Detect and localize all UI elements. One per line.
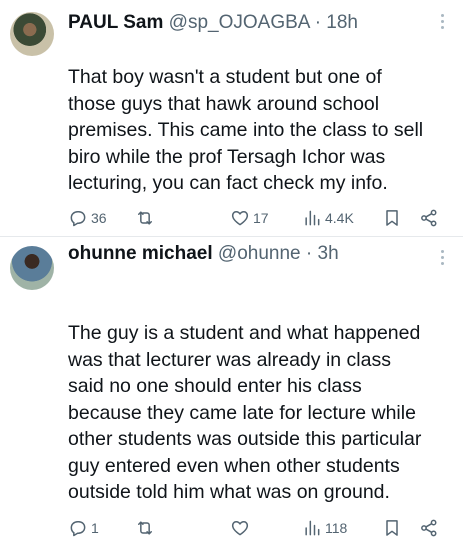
like-button[interactable]: 17	[230, 207, 269, 229]
reply-icon	[70, 521, 86, 537]
bookmark-icon	[386, 520, 398, 536]
tweet[interactable]: ohunne michael @ohunne · 3h The guy is a…	[0, 236, 463, 543]
bookmark-icon	[386, 210, 398, 226]
more-options-icon[interactable]	[439, 250, 445, 268]
tweet-actions: 1 118	[68, 517, 455, 539]
reply-button[interactable]: 36	[68, 207, 107, 229]
dot-separator: ·	[314, 12, 327, 33]
views-button[interactable]: 4.4K	[302, 207, 354, 229]
analytics-icon	[305, 520, 320, 536]
share-button[interactable]	[419, 207, 439, 229]
retweet-button[interactable]	[135, 517, 158, 539]
tweet-header: ohunne michael @ohunne · 3h	[68, 241, 423, 267]
heart-icon	[231, 521, 249, 536]
timestamp[interactable]: 18h	[326, 12, 358, 33]
share-button[interactable]	[419, 517, 439, 539]
retweet-icon	[138, 521, 152, 535]
view-count: 4.4K	[325, 210, 354, 226]
like-count: 17	[253, 210, 269, 226]
tweet[interactable]: PAUL Sam @sp_OJOAGBA · 18h That boy wasn…	[0, 0, 463, 237]
heart-icon	[231, 211, 249, 226]
avatar[interactable]	[10, 246, 54, 290]
view-count: 118	[325, 520, 348, 536]
dot-separator: ·	[305, 243, 318, 264]
tweet-text: That boy wasn't a student but one of tho…	[68, 66, 424, 194]
timestamp[interactable]: 3h	[318, 243, 339, 264]
views-button[interactable]: 118	[302, 517, 347, 539]
handle[interactable]: @sp_OJOAGBA	[169, 12, 310, 33]
reply-icon	[70, 211, 86, 227]
display-name[interactable]: ohunne michael	[68, 243, 213, 264]
tweet-feed: PAUL Sam @sp_OJOAGBA · 18h That boy wasn…	[0, 0, 463, 543]
tweet-text: The guy is a student and what happened w…	[68, 322, 422, 503]
analytics-icon	[305, 210, 320, 226]
reply-count: 1	[91, 520, 99, 536]
bookmark-button[interactable]	[382, 207, 402, 229]
retweet-icon	[138, 211, 152, 225]
display-name[interactable]: PAUL Sam	[68, 12, 163, 33]
handle[interactable]: @ohunne	[218, 243, 301, 264]
share-icon	[421, 519, 437, 537]
share-icon	[421, 209, 437, 227]
tweet-actions: 36 17 4.4K	[68, 207, 455, 229]
reply-button[interactable]: 1	[68, 517, 99, 539]
retweet-button[interactable]	[135, 207, 158, 229]
avatar[interactable]	[10, 12, 54, 56]
like-button[interactable]	[230, 517, 253, 539]
reply-count: 36	[91, 210, 107, 226]
tweet-header: PAUL Sam @sp_OJOAGBA · 18h	[68, 10, 423, 36]
more-options-icon[interactable]	[439, 14, 445, 32]
bookmark-button[interactable]	[382, 517, 402, 539]
